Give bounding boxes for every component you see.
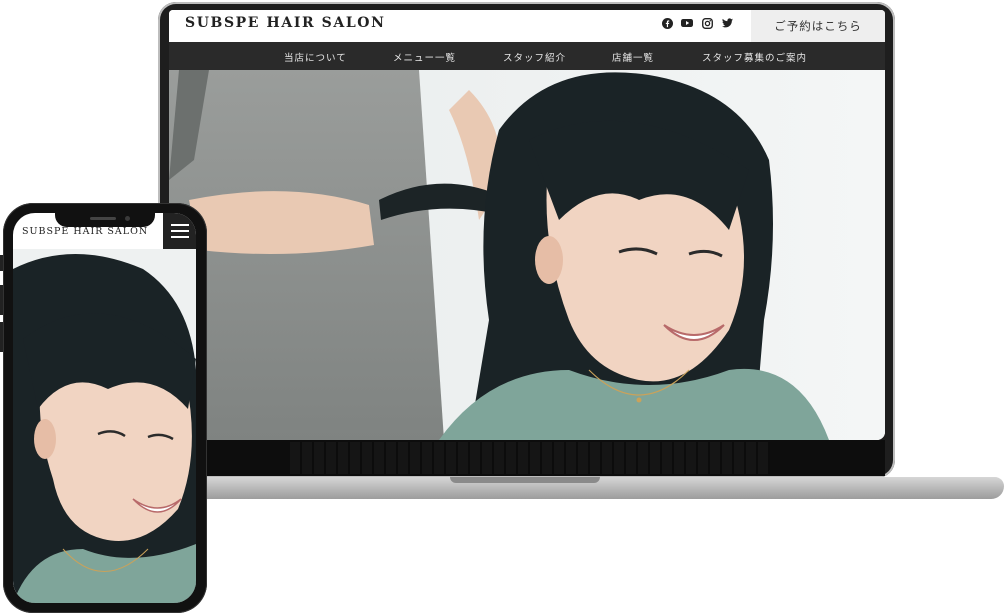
phone-screen: SUBSPE HAIR SALON — [13, 213, 196, 603]
phone-speaker — [90, 217, 116, 220]
nav-item-staff[interactable]: スタッフ紹介 — [503, 50, 566, 64]
phone-volume-up — [0, 285, 3, 315]
facebook-icon[interactable] — [661, 17, 673, 29]
laptop-screen: SUBSPE HAIR SALON ご予約はこちら 当店について メニュー一覧 … — [169, 10, 885, 440]
instagram-icon[interactable] — [701, 17, 713, 29]
hamburger-icon[interactable] — [163, 213, 196, 249]
reserve-button[interactable]: ご予約はこちら — [751, 10, 885, 42]
hero-image — [169, 70, 885, 440]
twitter-icon[interactable] — [721, 17, 733, 29]
keyboard-reflection — [290, 442, 770, 474]
phone-camera — [125, 216, 130, 221]
site-logo[interactable]: SUBSPE HAIR SALON — [185, 15, 386, 31]
nav-item-menu[interactable]: メニュー一覧 — [393, 50, 456, 64]
nav-item-recruit[interactable]: スタッフ募集のご案内 — [702, 50, 807, 64]
mobile-site-logo[interactable]: SUBSPE HAIR SALON — [22, 226, 148, 237]
main-nav: 当店について メニュー一覧 スタッフ紹介 店舗一覧 スタッフ募集のご案内 — [169, 42, 885, 70]
phone-volume-down — [0, 322, 3, 352]
youtube-icon[interactable] — [681, 17, 693, 29]
mobile-hero-image — [13, 249, 196, 603]
nav-item-about[interactable]: 当店について — [284, 50, 347, 64]
site-header: SUBSPE HAIR SALON ご予約はこちら — [169, 10, 885, 42]
phone-side-button — [0, 255, 3, 271]
laptop-hinge-groove — [450, 477, 600, 483]
phone-notch — [55, 213, 155, 227]
nav-item-shops[interactable]: 店舗一覧 — [612, 50, 654, 64]
social-links — [661, 17, 733, 29]
